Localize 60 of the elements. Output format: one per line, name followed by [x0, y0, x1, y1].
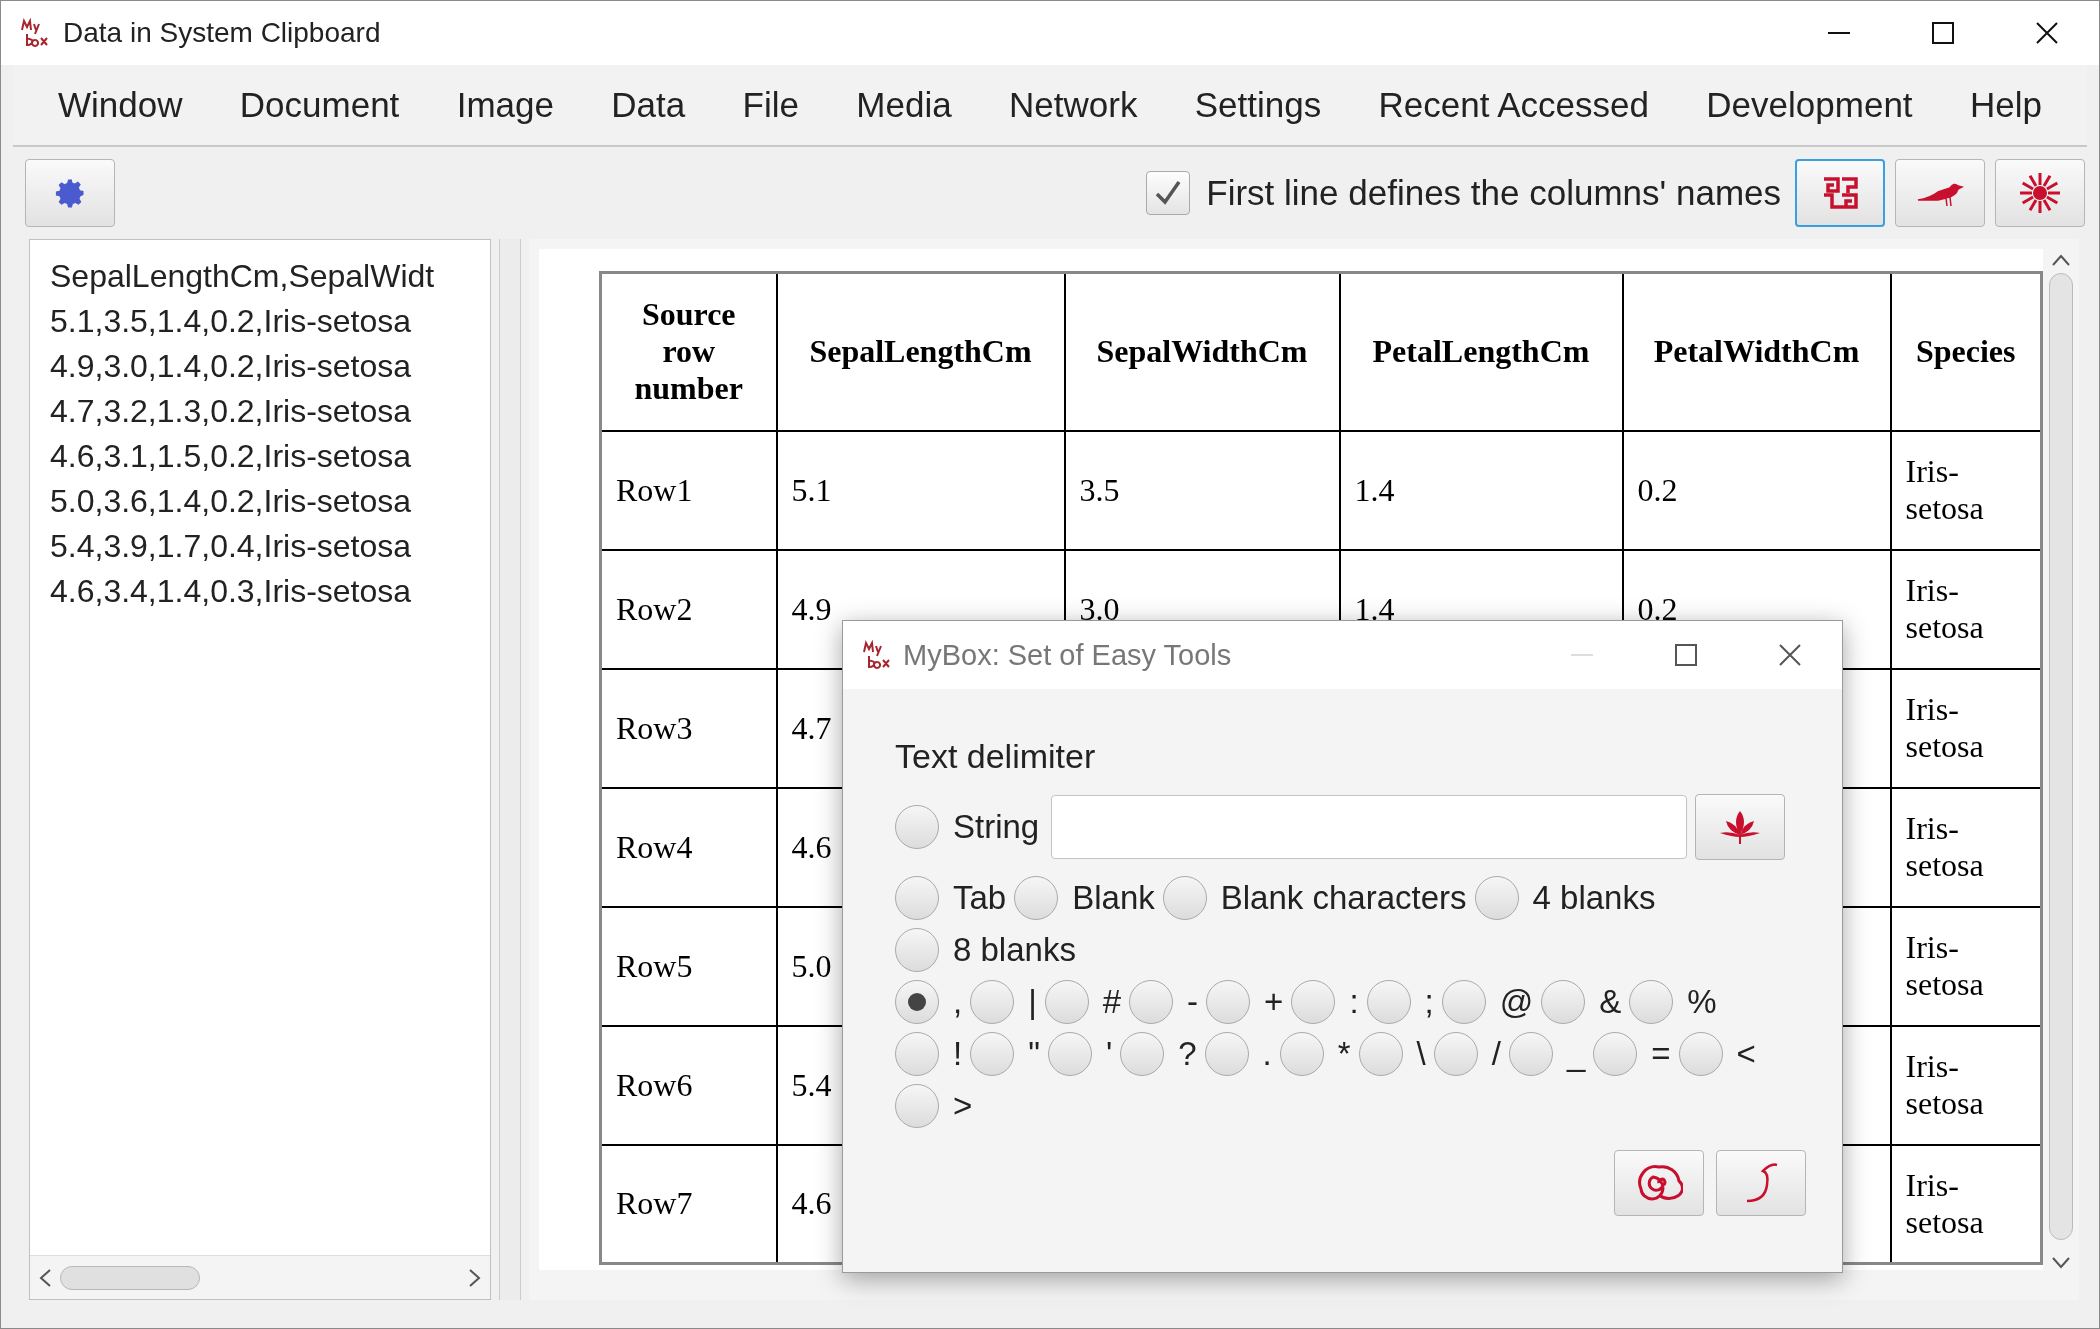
- minimize-icon: [1828, 32, 1850, 34]
- table-cell: Row4: [600, 787, 777, 907]
- horizontal-scrollbar[interactable]: [30, 1255, 490, 1299]
- menu-item[interactable]: Development: [1706, 85, 1913, 125]
- table-cell: 0.2: [1622, 430, 1891, 550]
- table-cell: Row5: [600, 906, 777, 1026]
- app-logo-icon: [19, 18, 49, 48]
- text-line: 4.7,3.2,1.3,0.2,Iris-setosa: [50, 392, 413, 431]
- column-header: PetalLengthCm: [1339, 272, 1623, 431]
- text-line: SepalLengthCm,SepalWidt: [50, 257, 436, 296]
- text-area[interactable]: [29, 239, 491, 1300]
- menu-item[interactable]: Network: [1009, 85, 1138, 125]
- text-line: 4.6,3.4,1.4,0.3,Iris-setosa: [50, 572, 413, 611]
- table-cell: Row1: [600, 430, 777, 550]
- window-title: Data in System Clipboard: [63, 17, 382, 49]
- table-cell: 1.4: [1339, 430, 1623, 550]
- app-logo-icon: [861, 640, 891, 670]
- radio-option[interactable]: 4 blanks: [1474, 876, 1656, 920]
- settings-button[interactable]: [25, 159, 115, 227]
- table-cell: Row2: [600, 549, 777, 669]
- table-cell: 3.5: [1064, 430, 1340, 550]
- spiral-button[interactable]: [1614, 1150, 1704, 1216]
- spiral-icon: [1635, 1163, 1683, 1203]
- radio-option[interactable]: String: [895, 805, 1040, 849]
- radio-option[interactable]: Blank characters: [1162, 876, 1467, 920]
- flower-icon: [2018, 171, 2062, 215]
- first-line-checkbox[interactable]: First line defines the columns' names: [1146, 171, 1781, 215]
- menu-item[interactable]: Image: [456, 85, 554, 125]
- menu-item[interactable]: Recent Accessed: [1378, 85, 1649, 125]
- minimize-icon: [1571, 654, 1593, 656]
- bird-button[interactable]: [1895, 159, 1985, 227]
- input-field[interactable]: [1051, 795, 1688, 859]
- menu-item[interactable]: Settings: [1194, 85, 1322, 125]
- maximize-icon: [1932, 22, 1954, 44]
- table-cell: 5.1: [776, 430, 1065, 550]
- column-header: Source row number: [600, 272, 777, 431]
- menu-item[interactable]: Document: [239, 85, 400, 125]
- text-line: 4.9,3.0,1.4,0.2,Iris-setosa: [50, 347, 413, 386]
- table-cell: Row6: [600, 1025, 777, 1145]
- menu-item[interactable]: Media: [856, 85, 952, 125]
- column-header: SepalWidthCm: [1064, 272, 1340, 431]
- text-line: 5.0,3.6,1.4,0.2,Iris-setosa: [50, 482, 413, 521]
- text-line: 5.1,3.5,1.4,0.2,Iris-setosa: [50, 302, 413, 341]
- text-line: 5.4,3.9,1.7,0.4,Iris-setosa: [50, 527, 413, 566]
- close-icon: [1779, 644, 1801, 666]
- maximize-icon: [1675, 644, 1697, 666]
- table-cell: Row3: [600, 668, 777, 788]
- radio-option[interactable]: @: [1441, 980, 1534, 1024]
- lotus-button[interactable]: [1695, 794, 1786, 860]
- flower-button[interactable]: [1995, 159, 2085, 227]
- column-header: SepalLengthCm: [776, 272, 1065, 431]
- menu-item[interactable]: Data: [611, 85, 686, 125]
- text-line: 4.6,3.1,1.5,0.2,Iris-setosa: [50, 437, 413, 476]
- pattern-button[interactable]: [1795, 159, 1885, 227]
- column-header: PetalWidthCm: [1622, 272, 1891, 431]
- menu-item[interactable]: Window: [58, 85, 183, 125]
- menu-item[interactable]: File: [742, 85, 799, 125]
- close-icon: [2036, 22, 2058, 44]
- menu-item[interactable]: Help: [1969, 85, 2042, 125]
- hook-button[interactable]: [1716, 1150, 1806, 1216]
